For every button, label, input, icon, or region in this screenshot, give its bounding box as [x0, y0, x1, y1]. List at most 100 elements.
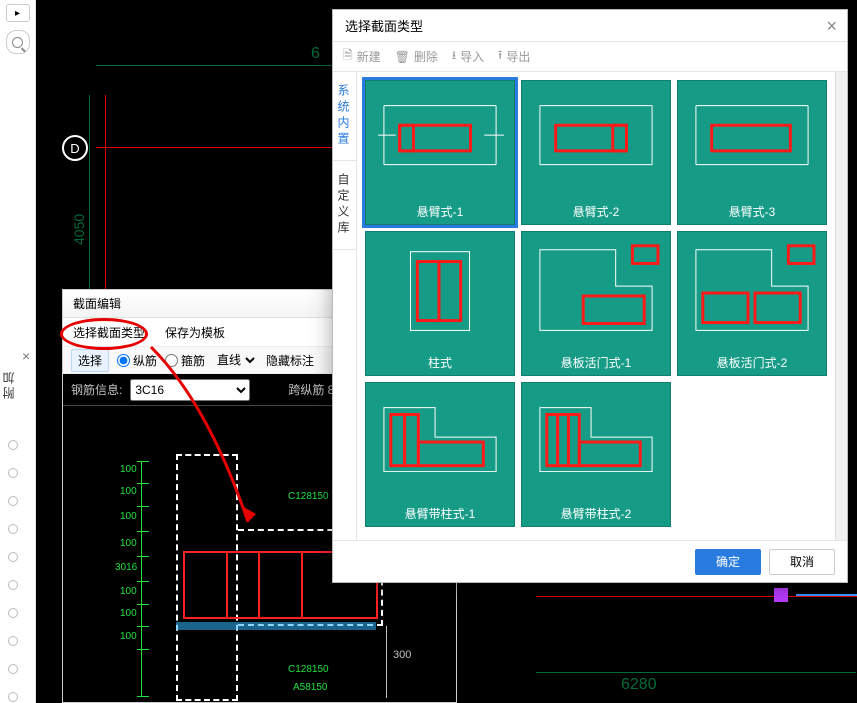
dim-tick: [137, 604, 149, 605]
select-mode-button[interactable]: 选择: [71, 349, 109, 372]
thumb-caption: 悬板活门式-1: [522, 354, 670, 371]
dim-tick: [137, 506, 149, 507]
callout: A58150: [293, 682, 327, 693]
rail-radio[interactable]: [8, 636, 18, 646]
dim-tick: [137, 483, 149, 484]
dim-tick: [137, 696, 149, 697]
cancel-button[interactable]: 取消: [769, 549, 835, 575]
dim-tick: [137, 531, 149, 532]
cad-grid-line: [536, 672, 856, 673]
dialog-footer: 确定 取消: [333, 540, 847, 582]
thumb-caption: 悬臂式-3: [678, 203, 826, 220]
expand-rail-button[interactable]: ▸: [6, 4, 30, 22]
dim-value: 100: [120, 486, 137, 497]
rail-radio[interactable]: [8, 664, 18, 674]
dim-value: 100: [120, 464, 137, 475]
left-rail: ▸ × 附加: [0, 0, 36, 703]
toolbar-import-button[interactable]: ⭳导入: [452, 46, 484, 67]
dim-value: 100: [120, 631, 137, 642]
section-thumb[interactable]: 悬臂式-2: [521, 80, 671, 225]
export-icon: ⭱: [498, 46, 502, 67]
thumb-caption: 悬臂式-1: [366, 203, 514, 220]
dim-value: 100: [120, 511, 137, 522]
dim-tick: [137, 461, 149, 462]
dim-value: 100: [120, 586, 137, 597]
toolbar-new-button[interactable]: 🗎新建: [343, 46, 381, 67]
toolbar-delete-button[interactable]: 🗑删除: [395, 48, 438, 65]
section-thumb[interactable]: 悬臂式-3: [677, 80, 827, 225]
save-as-template-button[interactable]: 保存为模板: [155, 318, 235, 346]
callout: C128150: [288, 664, 329, 675]
thumb-caption: 柱式: [366, 354, 514, 371]
rail-radio[interactable]: [8, 692, 18, 702]
cad-axis-line: [536, 596, 857, 597]
section-thumb[interactable]: 悬臂式-1: [365, 80, 515, 225]
rail-radio[interactable]: [8, 580, 18, 590]
section-thumb[interactable]: 悬臂带柱式-1: [365, 382, 515, 527]
thumb-caption: 悬臂带柱式-2: [522, 505, 670, 522]
callout: C128150: [288, 491, 329, 502]
thumb-caption: 悬臂式-2: [522, 203, 670, 220]
rebar-type-stirrup[interactable]: 箍筋: [165, 352, 205, 369]
section-thumb[interactable]: 悬板活门式-1: [521, 231, 671, 376]
rebar-info-dropdown[interactable]: 3C16: [130, 379, 250, 401]
cad-axis-label-d: D: [62, 135, 88, 161]
dim-tick: [137, 649, 149, 650]
ok-button[interactable]: 确定: [695, 549, 761, 575]
dim-tick: [137, 626, 149, 627]
red-rebar-box: [258, 551, 303, 619]
rail-radio[interactable]: [8, 496, 18, 506]
section-type-dialog: 选择截面类型 × 🗎新建 🗑删除 ⭳导入 ⭱导出 系统内置 自定义库 悬臂式-1: [332, 9, 848, 583]
rebar-radio[interactable]: [165, 354, 178, 367]
rail-radio[interactable]: [8, 552, 18, 562]
dim-line: [386, 626, 387, 698]
rail-radio[interactable]: [8, 468, 18, 478]
search-button[interactable]: [6, 30, 30, 54]
section-thumbnail-gallery: 悬臂式-1 悬臂式-2 悬臂式-3: [357, 72, 835, 540]
import-icon: ⭳: [452, 46, 456, 67]
dim-value: 100: [120, 538, 137, 549]
rail-vert-label: 附加: [0, 369, 36, 399]
cad-left-dim: 4050: [71, 214, 87, 245]
toolbar-export-button[interactable]: ⭱导出: [498, 46, 530, 67]
dialog-titlebar: 选择截面类型 ×: [333, 10, 847, 42]
cad-bottom-dim: 6280: [621, 676, 657, 694]
dialog-close-button[interactable]: ×: [826, 17, 837, 35]
line-style-dropdown[interactable]: 直线: [213, 352, 258, 368]
rail-radio[interactable]: [8, 440, 18, 450]
hide-dim-button[interactable]: 隐藏标注: [266, 352, 314, 369]
tab-system-builtin[interactable]: 系统内置: [333, 72, 356, 161]
red-rebar-box: [183, 551, 228, 619]
cad-handle[interactable]: [774, 588, 788, 602]
rail-radio-stack: [8, 440, 18, 702]
rail-radio[interactable]: [8, 524, 18, 534]
gallery-scrollbar[interactable]: [835, 72, 847, 540]
trash-icon: 🗑: [395, 50, 410, 64]
cad-top-dim: 6: [311, 45, 320, 63]
magnifier-icon: [12, 37, 23, 48]
rebar-radio[interactable]: [117, 354, 130, 367]
dim-value: 100: [120, 608, 137, 619]
section-thumb[interactable]: 柱式: [365, 231, 515, 376]
dim-value: 300: [393, 649, 411, 661]
dialog-side-tabs: 系统内置 自定义库: [333, 72, 357, 540]
cad-blue-segment: [796, 594, 857, 596]
dialog-toolbar: 🗎新建 🗑删除 ⭳导入 ⭱导出: [333, 42, 847, 72]
dim-tick: [137, 556, 149, 557]
rail-radio[interactable]: [8, 608, 18, 618]
close-panel-icon[interactable]: ×: [22, 348, 30, 364]
thumb-caption: 悬板活门式-2: [678, 354, 826, 371]
dim-tick: [137, 581, 149, 582]
section-thumb[interactable]: 悬板活门式-2: [677, 231, 827, 376]
thumb-caption: 悬臂带柱式-1: [366, 505, 514, 522]
rebar-info-label: 钢筋信息:: [71, 381, 122, 398]
cad-grid-line: [96, 65, 361, 66]
tab-custom-library[interactable]: 自定义库: [333, 161, 356, 250]
dialog-body: 系统内置 自定义库 悬臂式-1: [333, 72, 847, 540]
rebar-type-longitudinal[interactable]: 纵筋: [117, 352, 157, 369]
section-thumb[interactable]: 悬臂带柱式-2: [521, 382, 671, 527]
dim-value: 3016: [115, 562, 137, 573]
dim-line: [141, 461, 142, 696]
file-add-icon: 🗎: [343, 46, 353, 67]
select-section-type-button[interactable]: 选择截面类型: [63, 318, 155, 346]
